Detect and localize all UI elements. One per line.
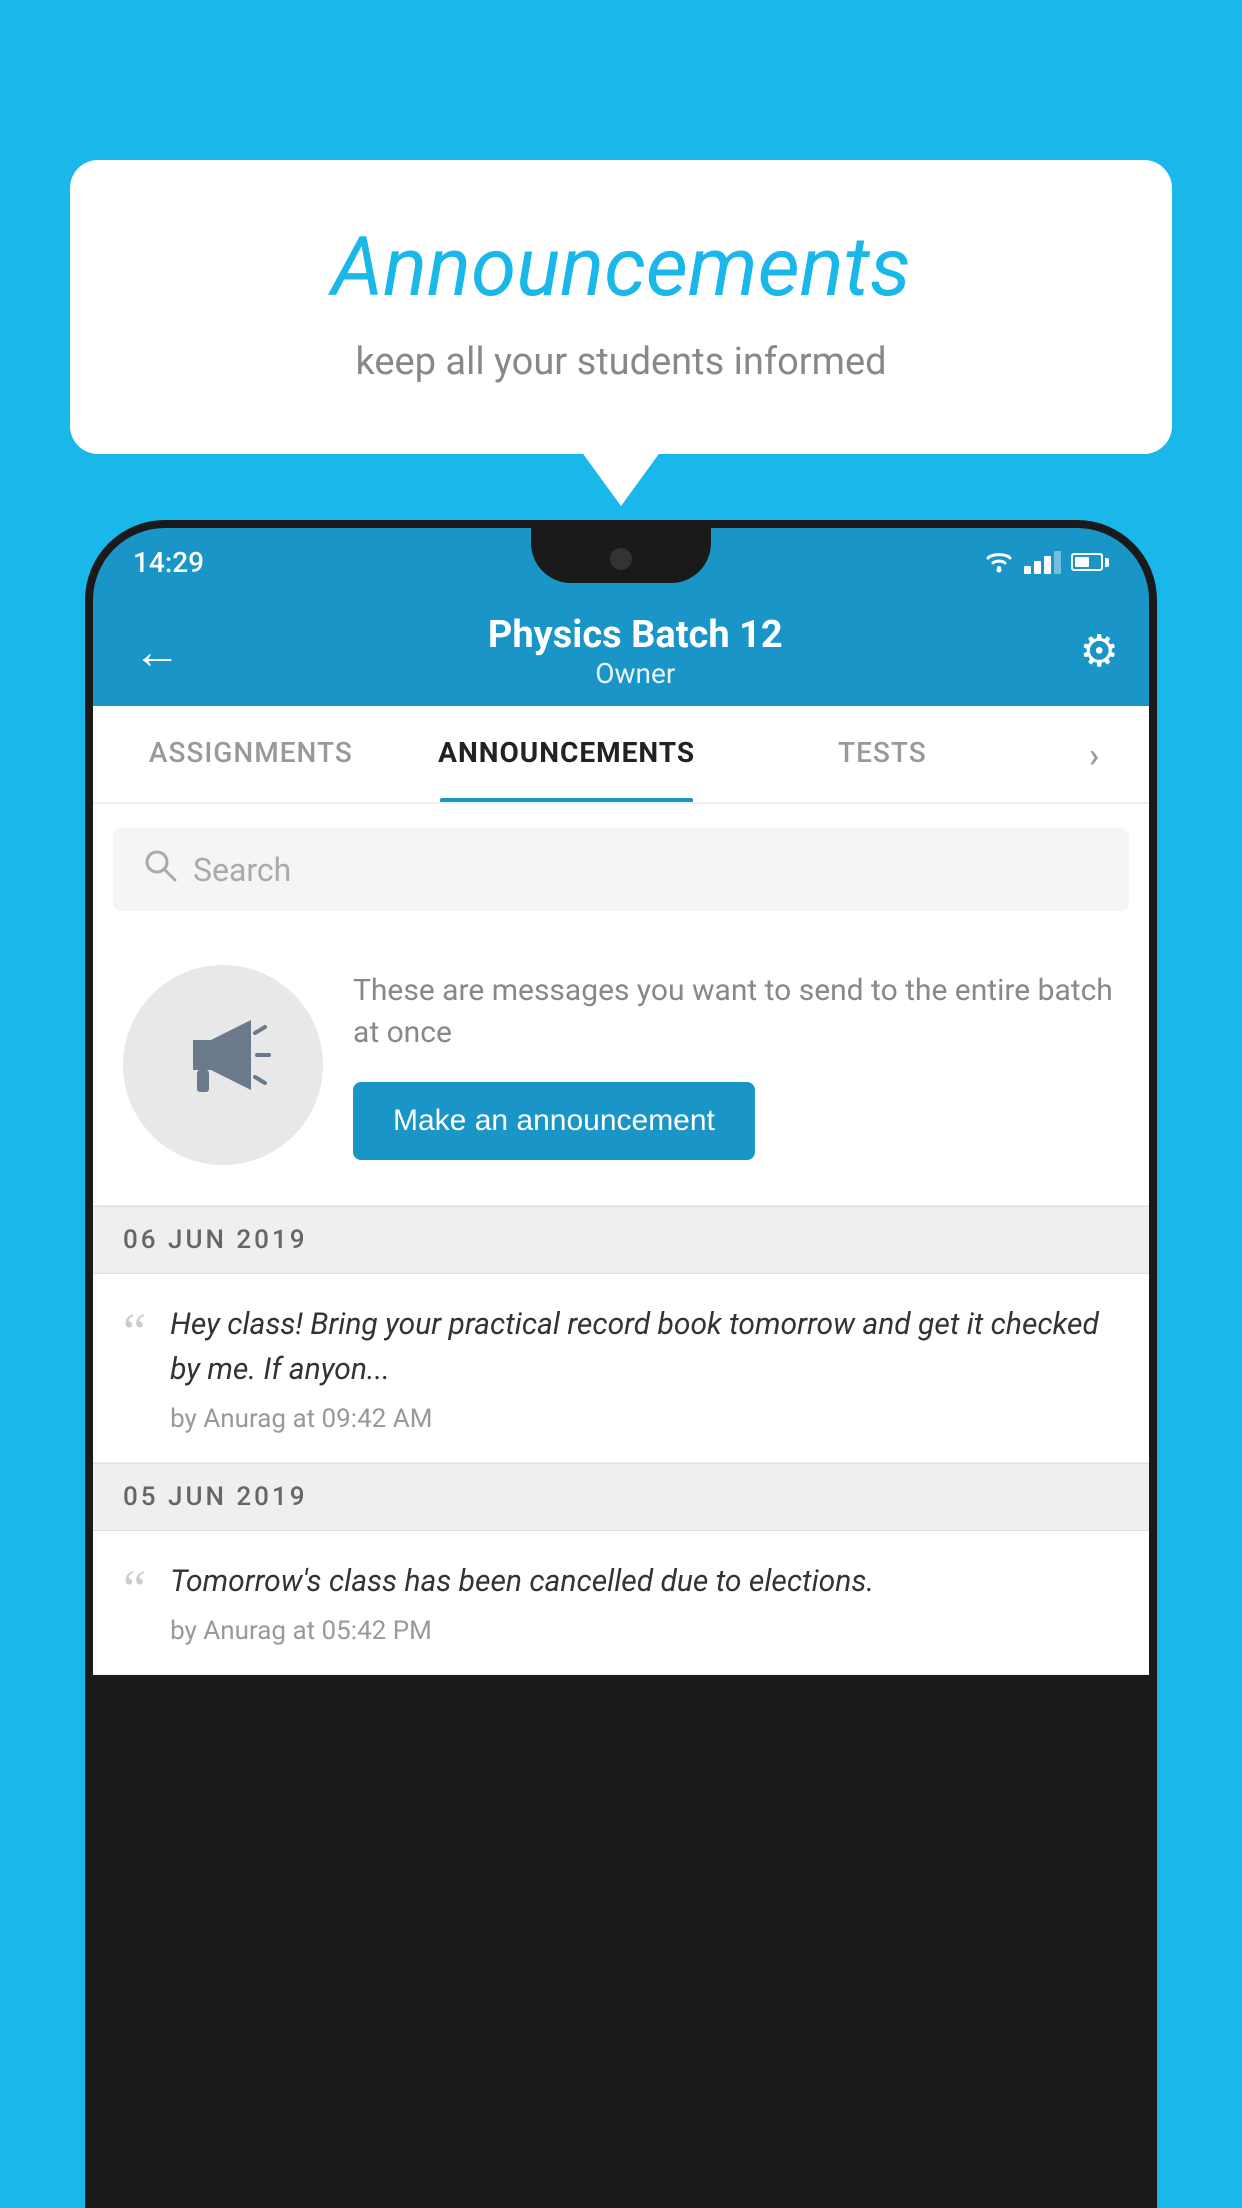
tab-more[interactable]: › (1040, 706, 1149, 802)
wifi-icon (984, 550, 1014, 574)
status-bar: 14:29 (93, 528, 1149, 596)
promo-description: These are messages you want to send to t… (353, 970, 1119, 1054)
announcement-content-2: Tomorrow's class has been cancelled due … (170, 1559, 1119, 1646)
tab-announcements[interactable]: ANNOUNCEMENTS (409, 706, 725, 802)
announcement-item-1[interactable]: “ Hey class! Bring your practical record… (93, 1274, 1149, 1463)
promo-text-group: These are messages you want to send to t… (353, 970, 1119, 1160)
phone-inner: 14:29 (93, 528, 1149, 2200)
status-bar-time: 14:29 (133, 546, 204, 579)
announcement-text-2: Tomorrow's class has been cancelled due … (170, 1559, 1119, 1604)
speech-bubble-container: Announcements keep all your students inf… (70, 160, 1172, 454)
date-header-2: 05 JUN 2019 (93, 1463, 1149, 1531)
settings-button[interactable]: ⚙ (1080, 625, 1119, 677)
megaphone-icon (173, 1005, 273, 1125)
promo-section: These are messages you want to send to t… (93, 935, 1149, 1206)
quote-icon-2: “ (123, 1559, 146, 1616)
search-icon (143, 848, 177, 891)
quote-icon-1: “ (123, 1302, 146, 1359)
tabs-bar: ASSIGNMENTS ANNOUNCEMENTS TESTS › (93, 706, 1149, 804)
search-bar[interactable]: Search (113, 828, 1129, 911)
announcement-content-1: Hey class! Bring your practical record b… (170, 1302, 1119, 1434)
battery-icon (1071, 553, 1109, 571)
tab-tests[interactable]: TESTS (725, 706, 1041, 802)
app-bar: ← Physics Batch 12 Owner ⚙ (93, 596, 1149, 706)
status-bar-icons (984, 550, 1109, 574)
app-bar-subtitle: Owner (191, 657, 1080, 690)
signal-bars-icon (1024, 551, 1061, 574)
date-header-1: 06 JUN 2019 (93, 1206, 1149, 1274)
announcement-item-2[interactable]: “ Tomorrow's class has been cancelled du… (93, 1531, 1149, 1675)
announcement-meta-2: by Anurag at 05:42 PM (170, 1616, 1119, 1646)
notch (531, 528, 711, 583)
phone-frame: 14:29 (85, 520, 1157, 2208)
speech-bubble: Announcements keep all your students inf… (70, 160, 1172, 454)
search-placeholder: Search (193, 851, 291, 889)
announcement-text-1: Hey class! Bring your practical record b… (170, 1302, 1119, 1392)
app-bar-title: Physics Batch 12 (191, 613, 1080, 657)
tab-assignments[interactable]: ASSIGNMENTS (93, 706, 409, 802)
announcement-meta-1: by Anurag at 09:42 AM (170, 1404, 1119, 1434)
notch-camera (610, 548, 632, 570)
speech-bubble-subtitle: keep all your students informed (150, 340, 1092, 384)
make-announcement-button[interactable]: Make an announcement (353, 1082, 755, 1160)
app-bar-title-group: Physics Batch 12 Owner (191, 613, 1080, 690)
back-button[interactable]: ← (123, 613, 191, 690)
speech-bubble-title: Announcements (150, 220, 1092, 316)
announcement-icon-circle (123, 965, 323, 1165)
content-area: Search (93, 804, 1149, 1675)
